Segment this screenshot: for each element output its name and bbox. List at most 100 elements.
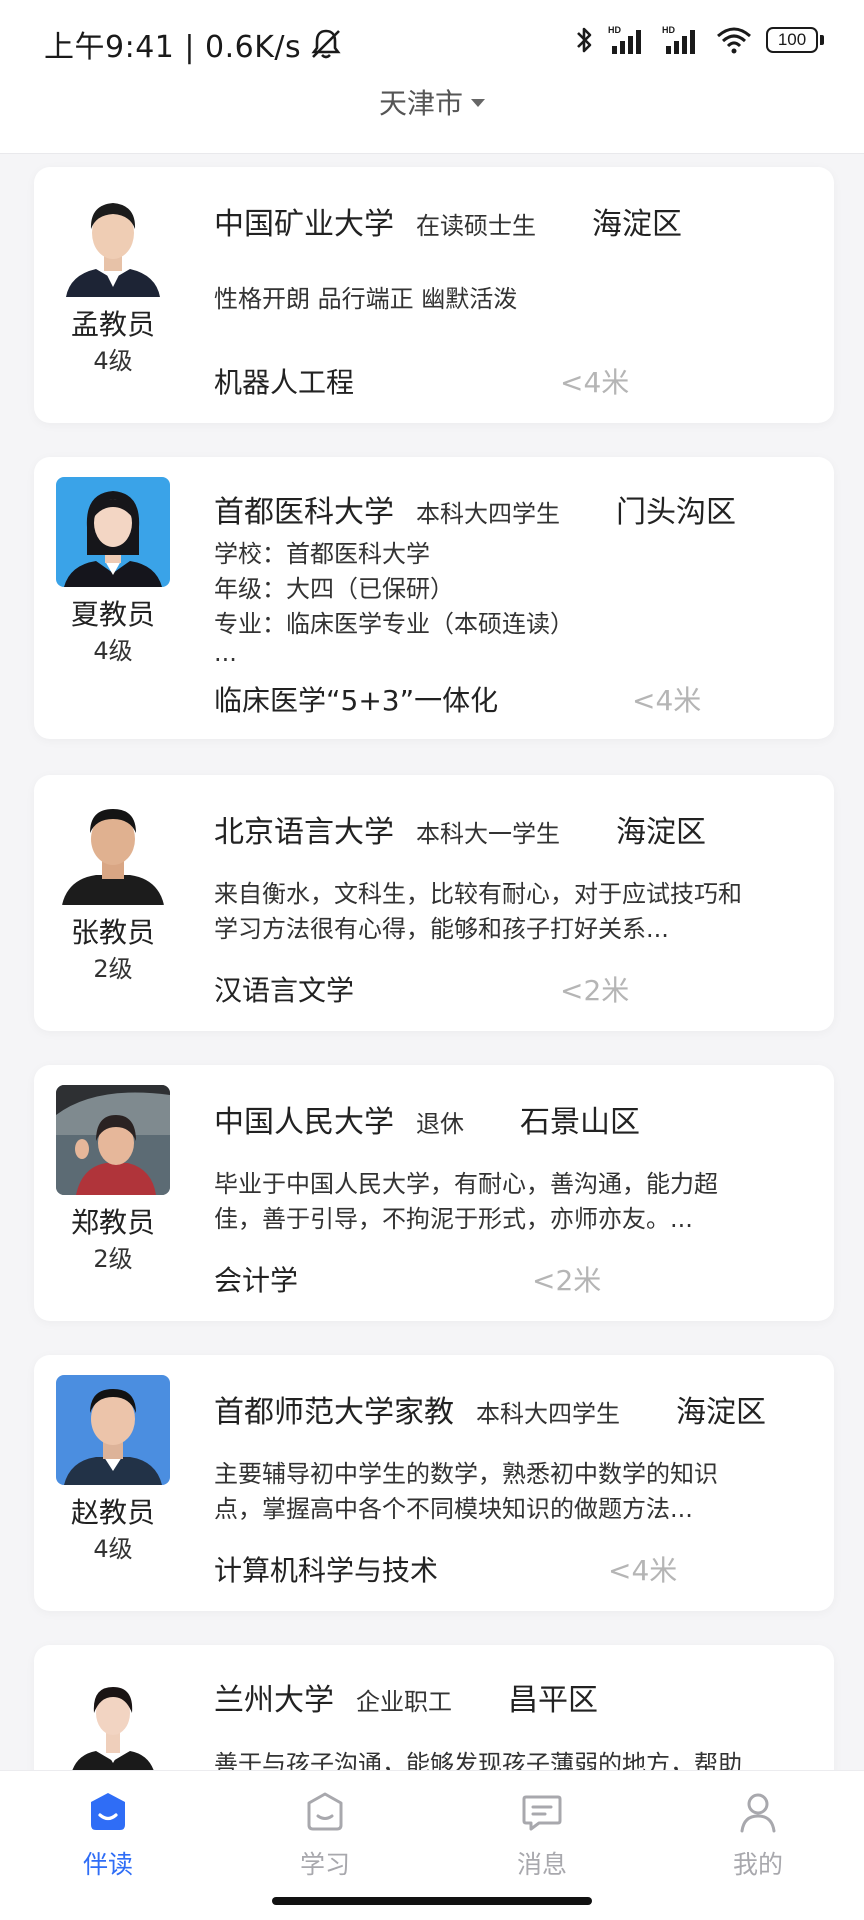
teacher-card[interactable]: 兰州大学 企业职工 昌平区 善于与孩子沟通，能够发现孩子薄弱的地方，帮助 [34,1645,834,1770]
city-name: 天津市 [378,87,463,120]
teacher-distance: <4米 [632,684,702,717]
tab-label: 我的 [732,1850,783,1879]
teacher-status: 本科大四学生 [416,500,560,528]
teacher-status: 本科大四学生 [476,1400,620,1428]
description-line: 学校：首都医科大学 [214,540,430,568]
battery-level: 100 [766,27,818,53]
teacher-school: 中国矿业大学 [214,207,394,242]
teacher-header-row: 首都师范大学家教 本科大四学生 海淀区 [214,1387,814,1431]
description-line: 毕业于中国人民大学，有耐心，善沟通，能力超 [214,1170,718,1198]
teacher-major: 计算机科学与技术 [214,1554,439,1587]
teacher-description: 善于与孩子沟通，能够发现孩子薄弱的地方，帮助 [214,1747,798,1770]
teacher-major: 会计学 [214,1264,299,1297]
profile-icon [740,1793,776,1833]
tab-label: 学习 [299,1850,350,1879]
teacher-status: 在读硕士生 [416,212,536,240]
status-time: 上午9:41 | 0.6K/s [44,22,345,66]
teacher-district: 海淀区 [676,1395,766,1430]
tab-profile[interactable]: 我的 [688,1789,828,1881]
wifi-icon [717,27,751,54]
teacher-level: 2级 [93,1245,133,1273]
teacher-major: 临床医学“5+3”一体化 [214,684,499,717]
teacher-card[interactable]: 夏教员 4级 首都医科大学 本科大四学生 门头沟区 学校：首都医科大学 年级：大… [34,457,834,739]
study-icon [307,1792,343,1831]
teacher-level: 2级 [93,955,133,983]
teacher-distance: <2米 [560,974,630,1007]
description-line: 佳，善于引导，不拘泥于形式，亦师亦友。... [214,1205,693,1233]
teacher-list[interactable]: 孟教员 4级 中国矿业大学 在读硕士生 海淀区 性格开朗 品行端正 幽默活泼 机… [0,155,864,1770]
teacher-header-row: 首都医科大学 本科大四学生 门头沟区 [214,487,814,531]
teacher-card[interactable]: 张教员 2级 北京语言大学 本科大一学生 海淀区 来自衡水，文科生，比较有耐心，… [34,775,834,1031]
teacher-school: 中国人民大学 [214,1105,394,1140]
teacher-status: 退休 [416,1110,464,1138]
top-header: 上午9:41 | 0.6K/s HD HD 100 天津市 [0,0,864,154]
description-line: 学习方法很有心得，能够和孩子打好关系... [214,915,669,943]
teacher-avatar [56,1669,170,1770]
teacher-card[interactable]: 赵教员 4级 首都师范大学家教 本科大四学生 海淀区 主要辅导初中学生的数学，熟… [34,1355,834,1611]
teacher-school: 北京语言大学 [214,815,394,850]
teacher-distance: <4米 [560,366,630,399]
teacher-avatar [56,477,170,587]
svg-text:HD: HD [662,25,675,35]
teacher-card[interactable]: 郑教员 2级 中国人民大学 退休 石景山区 毕业于中国人民大学，有耐心，善沟通，… [34,1065,834,1321]
teacher-school: 首都医科大学 [214,495,394,530]
teacher-distance: <4米 [608,1554,678,1587]
tab-study[interactable]: 学习 [255,1789,395,1881]
teacher-description: 学校：首都医科大学 年级：大四（已保研） 专业：临床医学专业（本硕连读） ... [214,537,798,667]
status-icons: HD HD 100 [574,24,824,56]
description-line: 性格开朗 品行端正 幽默活泼 [214,285,518,313]
city-selector[interactable]: 天津市 [0,80,864,124]
teacher-description: 性格开朗 品行端正 幽默活泼 [214,282,798,317]
home-indicator[interactable] [272,1897,592,1905]
teacher-name: 孟教员 [70,308,155,341]
notifications-muted-icon [311,29,341,59]
tab-label: 伴读 [82,1850,133,1879]
tab-messages[interactable]: 消息 [472,1789,612,1881]
bluetooth-icon [577,27,592,53]
description-line: 善于与孩子沟通，能够发现孩子薄弱的地方，帮助 [214,1750,742,1770]
teacher-header-row: 中国矿业大学 在读硕士生 海淀区 [214,199,814,243]
teacher-major: 汉语言文学 [214,974,355,1007]
teacher-avatar [56,795,170,905]
teacher-school: 兰州大学 [214,1683,334,1718]
teacher-name: 夏教员 [70,598,155,631]
teacher-status: 企业职工 [356,1688,452,1716]
svg-text:HD: HD [608,25,621,35]
teacher-distance: <2米 [532,1264,602,1297]
description-line: ... [214,639,237,667]
description-line: 主要辅导初中学生的数学，熟悉初中数学的知识 [214,1460,718,1488]
teacher-district: 海淀区 [616,815,706,850]
teacher-major: 机器人工程 [214,366,355,399]
teacher-district: 石景山区 [520,1105,640,1140]
teacher-avatar [56,187,170,297]
description-line: 来自衡水，文科生，比较有耐心，对于应试技巧和 [214,880,742,908]
teacher-description: 毕业于中国人民大学，有耐心，善沟通，能力超 佳，善于引导，不拘泥于形式，亦师亦友… [214,1167,798,1237]
status-bar: 上午9:41 | 0.6K/s HD HD 100 [0,0,864,82]
signal-hd-icon-2: HD [662,25,695,54]
teacher-name: 赵教员 [70,1496,155,1529]
teacher-level: 4级 [93,347,133,375]
teacher-header-row: 中国人民大学 退休 石景山区 [214,1097,814,1141]
caret-down-icon [471,99,485,107]
teacher-district: 昌平区 [508,1683,598,1718]
teacher-district: 门头沟区 [616,495,736,530]
teacher-district: 海淀区 [592,207,682,242]
message-icon [522,1795,562,1831]
teacher-name: 张教员 [70,916,155,949]
teacher-status: 本科大一学生 [416,820,560,848]
teacher-description: 主要辅导初中学生的数学，熟悉初中数学的知识 点，掌握高中各个不同模块知识的做题方… [214,1457,798,1527]
teacher-level: 4级 [93,1535,133,1563]
description-line: 点，掌握高中各个不同模块知识的做题方法... [214,1495,693,1523]
teacher-header-row: 兰州大学 企业职工 昌平区 [214,1675,814,1719]
description-line: 专业：临床医学专业（本硕连读） [214,610,574,638]
teacher-name: 郑教员 [70,1206,155,1239]
teacher-level: 4级 [93,637,133,665]
tab-label: 消息 [516,1850,567,1879]
teacher-avatar [56,1085,170,1195]
teacher-card[interactable]: 孟教员 4级 中国矿业大学 在读硕士生 海淀区 性格开朗 品行端正 幽默活泼 机… [34,167,834,423]
battery-icon: 100 [766,27,824,53]
signal-hd-icon: HD [608,25,641,54]
status-time-text: 上午9:41 | 0.6K/s [44,30,302,65]
teacher-header-row: 北京语言大学 本科大一学生 海淀区 [214,807,814,851]
tab-companion-read[interactable]: 伴读 [38,1789,178,1881]
